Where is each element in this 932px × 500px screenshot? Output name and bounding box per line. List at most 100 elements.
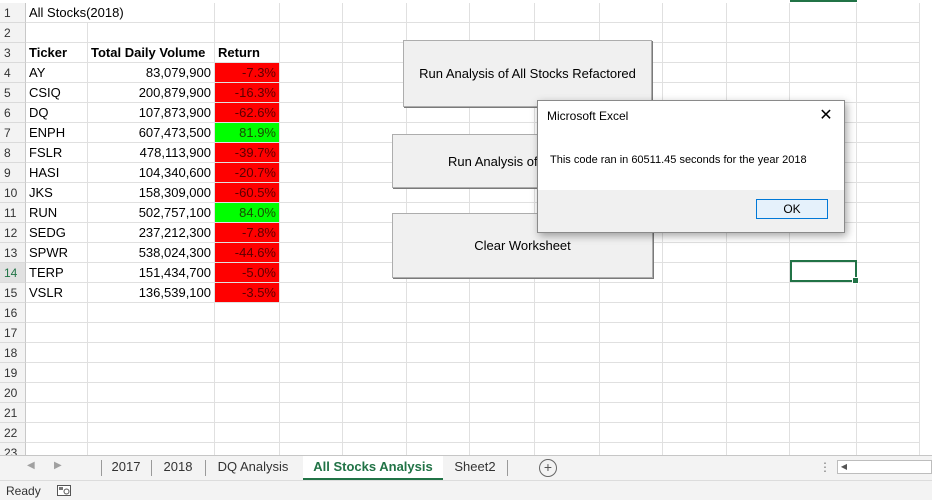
cell[interactable]	[857, 283, 920, 303]
row-header[interactable]: 20	[0, 383, 26, 403]
return-cell[interactable]: -62.6%	[215, 103, 280, 123]
cell[interactable]	[857, 423, 920, 443]
cell[interactable]	[600, 403, 663, 423]
cell[interactable]	[727, 323, 790, 343]
cell[interactable]	[280, 303, 343, 323]
cell[interactable]	[600, 423, 663, 443]
cell[interactable]	[663, 383, 727, 403]
ticker-cell[interactable]: DQ	[26, 103, 88, 123]
cell[interactable]	[790, 383, 857, 403]
header-ticker[interactable]: Ticker	[26, 43, 88, 63]
tab-sheet2[interactable]: Sheet2	[444, 456, 506, 480]
cell[interactable]	[857, 63, 920, 83]
cell[interactable]	[790, 43, 857, 63]
volume-cell[interactable]: 83,079,900	[88, 63, 215, 83]
cell[interactable]	[790, 403, 857, 423]
cell[interactable]	[727, 343, 790, 363]
cell[interactable]	[343, 323, 407, 343]
cell[interactable]	[663, 363, 727, 383]
cell[interactable]	[470, 283, 535, 303]
cell[interactable]	[727, 243, 790, 263]
cell[interactable]	[727, 363, 790, 383]
ticker-cell[interactable]: ENPH	[26, 123, 88, 143]
cell[interactable]	[215, 323, 280, 343]
volume-cell[interactable]: 538,024,300	[88, 243, 215, 263]
row-header[interactable]: 15	[0, 283, 26, 303]
cell[interactable]	[407, 3, 470, 23]
cell[interactable]	[343, 363, 407, 383]
cell[interactable]	[857, 203, 920, 223]
row-header[interactable]: 3	[0, 43, 26, 63]
cell[interactable]	[600, 443, 663, 455]
macro-recording-icon[interactable]	[57, 485, 71, 496]
cell[interactable]	[857, 443, 920, 455]
cell[interactable]	[26, 23, 88, 43]
cell[interactable]	[727, 303, 790, 323]
row-header[interactable]: 23	[0, 443, 26, 455]
cell[interactable]	[343, 23, 407, 43]
cell[interactable]	[343, 3, 407, 23]
cell[interactable]	[280, 263, 343, 283]
row-header[interactable]: 10	[0, 183, 26, 203]
cell[interactable]	[470, 403, 535, 423]
cell[interactable]	[215, 343, 280, 363]
cell[interactable]	[535, 383, 600, 403]
cell[interactable]	[343, 383, 407, 403]
cell[interactable]	[343, 443, 407, 455]
row-header[interactable]: 17	[0, 323, 26, 343]
cell[interactable]	[727, 443, 790, 455]
cell[interactable]	[343, 283, 407, 303]
cell[interactable]	[790, 63, 857, 83]
selected-cell[interactable]	[790, 260, 859, 284]
cell[interactable]	[280, 203, 343, 223]
ticker-cell[interactable]: JKS	[26, 183, 88, 203]
title-cell[interactable]: All Stocks(2018)	[26, 3, 124, 23]
tab-all-stocks-analysis[interactable]: All Stocks Analysis	[303, 456, 443, 480]
row-header[interactable]: 7	[0, 123, 26, 143]
cell[interactable]	[88, 303, 215, 323]
cell[interactable]	[790, 443, 857, 455]
cell[interactable]	[857, 303, 920, 323]
cell[interactable]	[343, 403, 407, 423]
row-header[interactable]: 1	[0, 3, 26, 23]
row-header[interactable]: 19	[0, 363, 26, 383]
volume-cell[interactable]: 151,434,700	[88, 263, 215, 283]
cell[interactable]	[663, 303, 727, 323]
return-cell[interactable]: -3.5%	[215, 283, 280, 303]
row-header[interactable]: 22	[0, 423, 26, 443]
tab-dq-analysis[interactable]: DQ Analysis	[206, 456, 300, 480]
cell[interactable]	[280, 103, 343, 123]
cell[interactable]	[88, 3, 215, 23]
cell[interactable]	[535, 3, 600, 23]
ok-button[interactable]: OK	[756, 199, 828, 219]
close-icon[interactable]: ✕	[814, 105, 838, 127]
cell[interactable]	[88, 23, 215, 43]
cell[interactable]	[26, 403, 88, 423]
cell[interactable]	[857, 123, 920, 143]
cell[interactable]	[727, 423, 790, 443]
cell[interactable]	[600, 323, 663, 343]
cell[interactable]	[470, 423, 535, 443]
cell[interactable]	[727, 43, 790, 63]
cell[interactable]	[790, 23, 857, 43]
cell[interactable]	[215, 3, 280, 23]
cell[interactable]	[88, 403, 215, 423]
cell[interactable]	[727, 3, 790, 23]
cell[interactable]	[407, 443, 470, 455]
cell[interactable]	[280, 363, 343, 383]
cell[interactable]	[535, 363, 600, 383]
volume-cell[interactable]: 478,113,900	[88, 143, 215, 163]
ticker-cell[interactable]: SPWR	[26, 243, 88, 263]
cell[interactable]	[343, 43, 407, 63]
cell[interactable]	[663, 43, 727, 63]
cell[interactable]	[857, 143, 920, 163]
cell[interactable]	[407, 343, 470, 363]
cell[interactable]	[280, 23, 343, 43]
cell[interactable]	[535, 323, 600, 343]
cell[interactable]	[407, 363, 470, 383]
cell[interactable]	[600, 343, 663, 363]
cell[interactable]	[280, 223, 343, 243]
cell[interactable]	[280, 143, 343, 163]
cell[interactable]	[88, 323, 215, 343]
cell[interactable]	[407, 383, 470, 403]
